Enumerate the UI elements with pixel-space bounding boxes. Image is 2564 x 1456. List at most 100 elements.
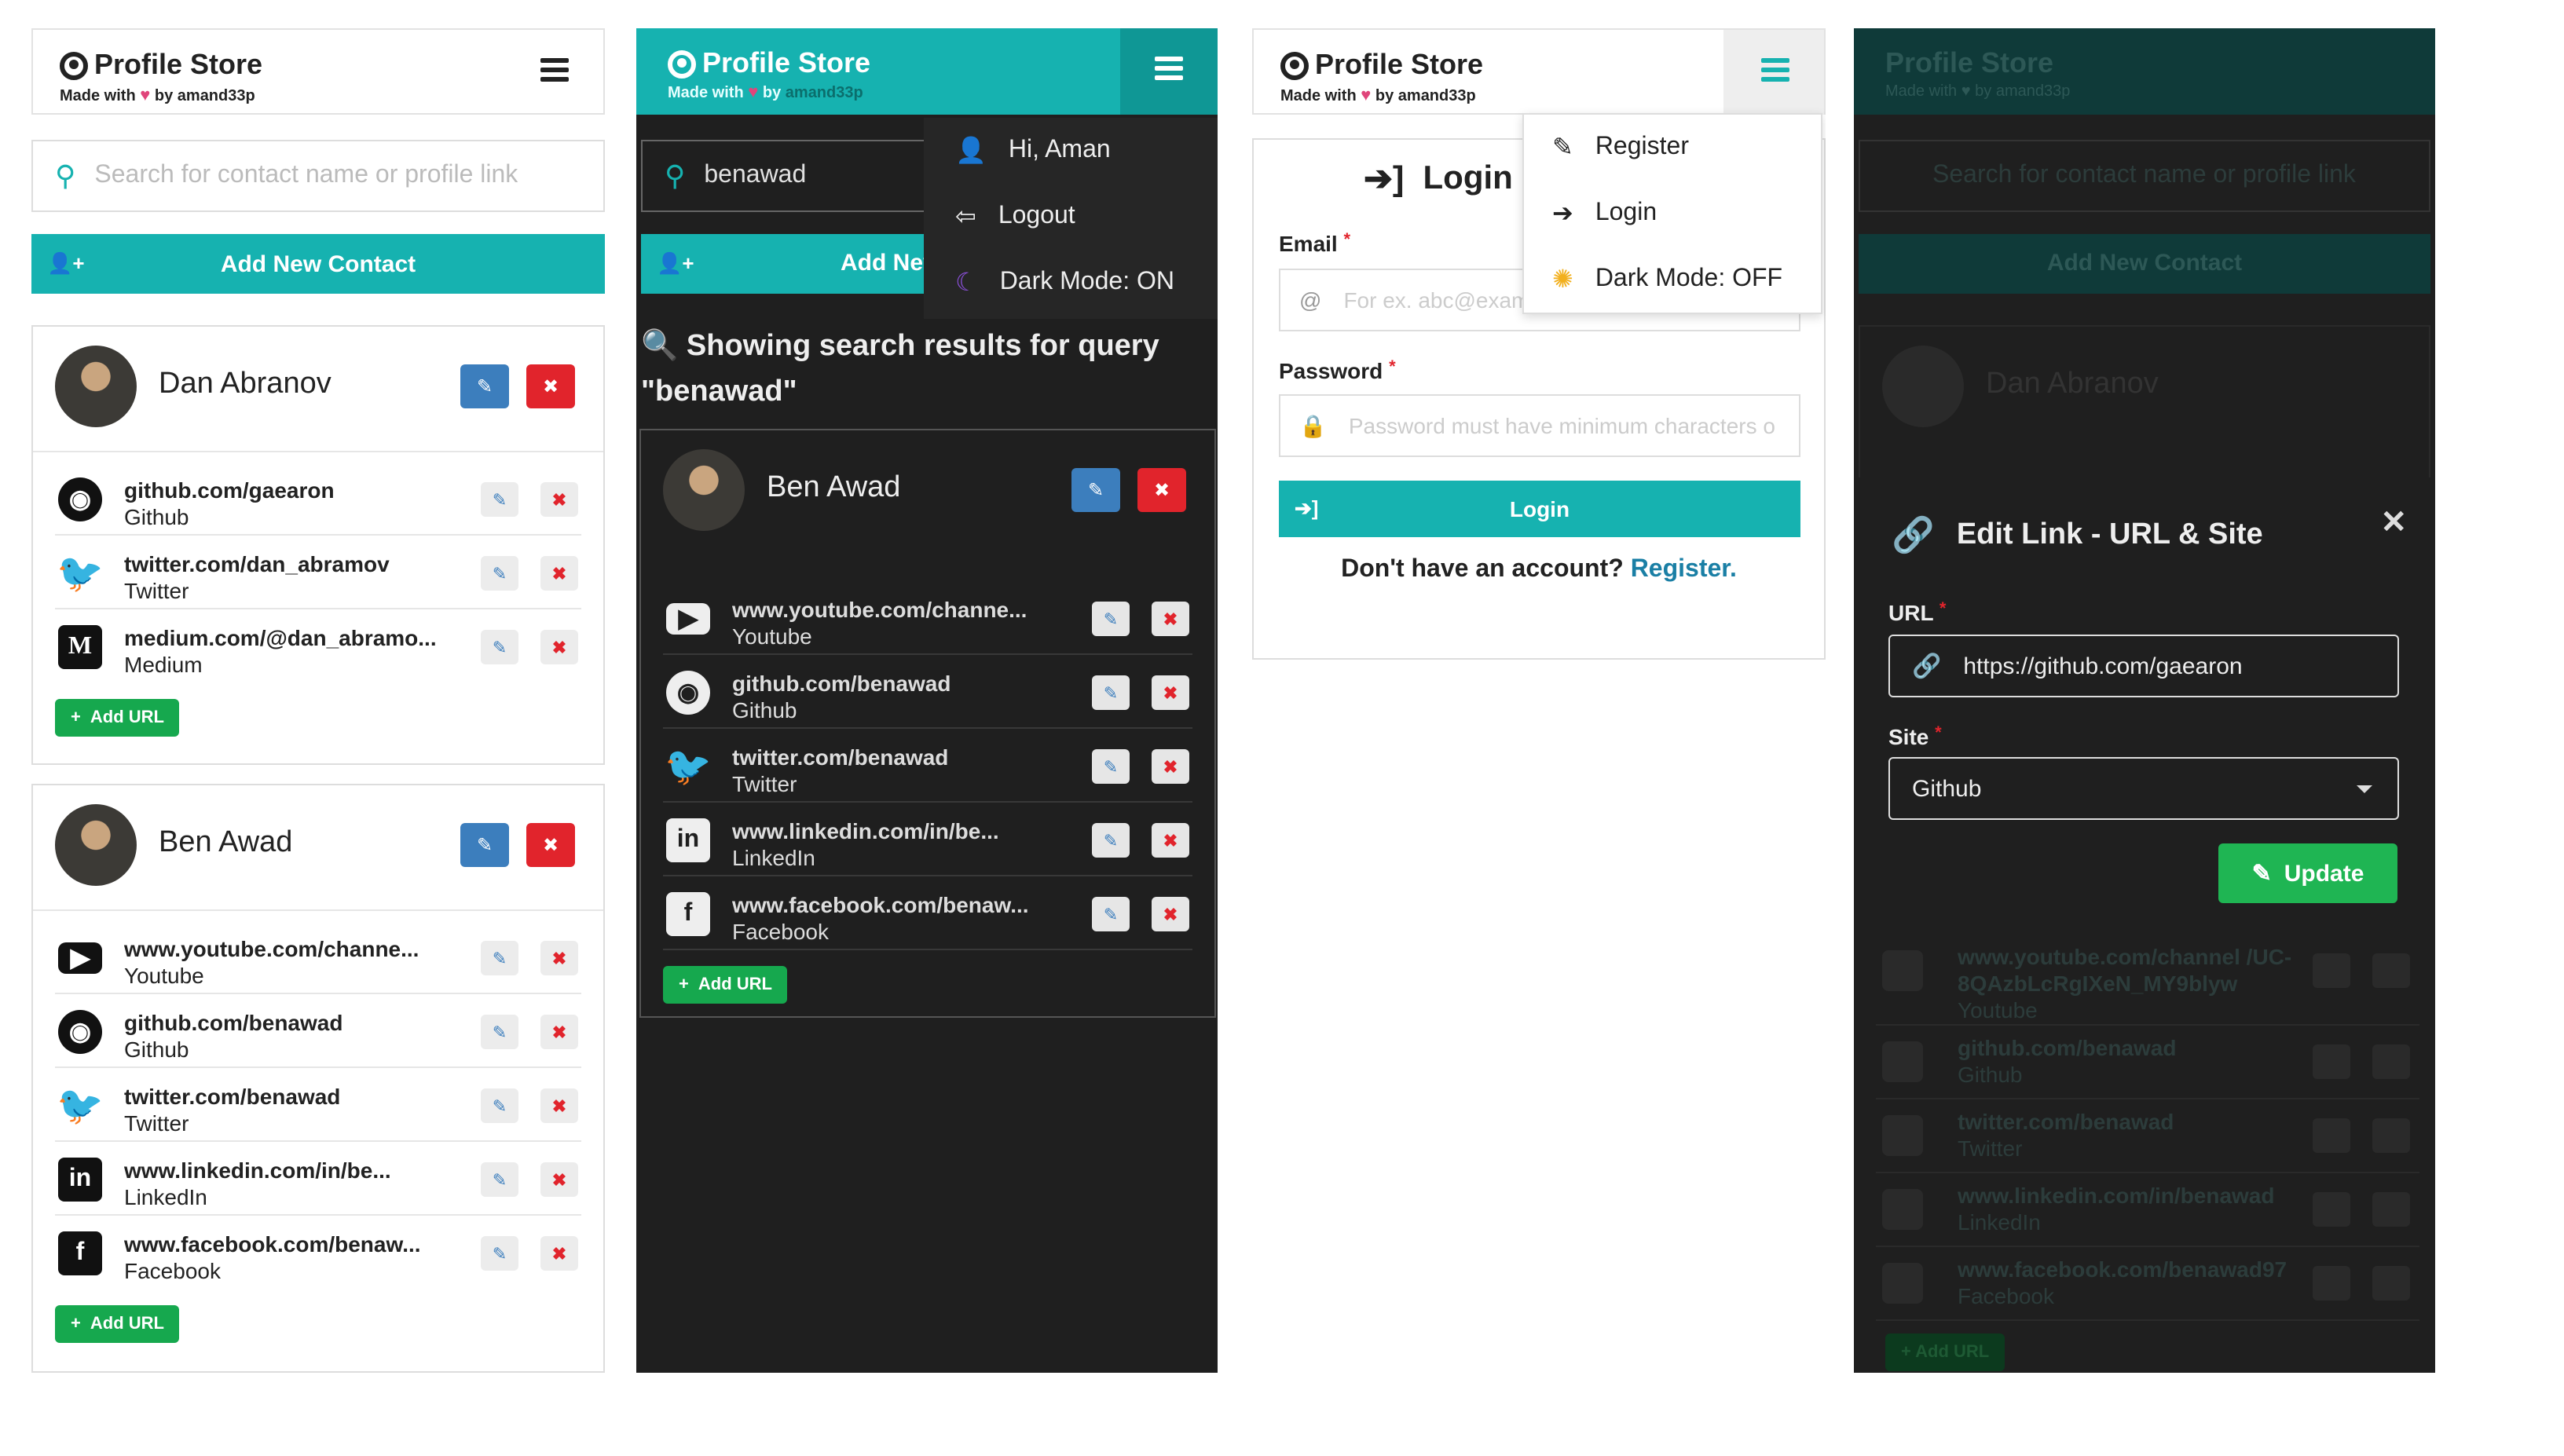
delete-link-button[interactable]: ✖: [540, 941, 578, 975]
edit-link-button[interactable]: ✎: [481, 1236, 518, 1271]
menu-item-logout[interactable]: ⇦ Logout: [924, 184, 1218, 250]
delete-link-button[interactable]: ✖: [1152, 675, 1189, 710]
edit-link-button[interactable]: ✎: [481, 556, 518, 591]
author-link[interactable]: amand33p: [1398, 88, 1476, 105]
menu-toggle-button[interactable]: [1120, 28, 1218, 115]
link-site: Twitter: [732, 771, 797, 796]
delete-link-button[interactable]: ✖: [1152, 749, 1189, 784]
medium-icon: M: [58, 625, 102, 669]
menu-toggle-button[interactable]: [1723, 30, 1824, 115]
delete-link-button[interactable]: ✖: [1152, 897, 1189, 931]
login-panel: Profile Store Made with ♥ by amand33p ➔]…: [1252, 28, 1826, 688]
menu-item-dark-mode[interactable]: ✺ Dark Mode: OFF: [1524, 247, 1821, 313]
app-header: Profile Store Made with ♥ by amand33p: [636, 28, 1218, 115]
add-url-button[interactable]: + Add URL: [55, 1305, 180, 1343]
author-link[interactable]: amand33p: [786, 85, 863, 102]
delete-link-button[interactable]: ✖: [1152, 823, 1189, 858]
delete-contact-button[interactable]: ✖: [526, 823, 575, 867]
update-button[interactable]: ✎ Update: [2218, 843, 2397, 903]
edit-link-button[interactable]: ✎: [481, 941, 518, 975]
edit-contact-button[interactable]: ✎: [460, 823, 509, 867]
github-icon: ◉: [58, 1010, 102, 1054]
menu-item-register[interactable]: ✎ Register: [1524, 115, 1821, 181]
search-results-heading: 🔍 Showing search results for query "bena…: [641, 330, 1159, 408]
link-url[interactable]: github.com/benawad: [124, 1010, 342, 1035]
app-title[interactable]: Profile Store: [668, 47, 870, 80]
site-select[interactable]: Github: [1888, 757, 2399, 820]
search-input[interactable]: ⚲ Search for contact name or profile lin…: [31, 140, 605, 212]
link-url[interactable]: medium.com/@dan_abramo...: [124, 625, 437, 650]
edit-contact-button[interactable]: ✎: [1071, 468, 1120, 512]
link-site: Github: [124, 1037, 189, 1062]
edit-link-button[interactable]: ✎: [1092, 897, 1130, 931]
app-header: Profile Store Made with ♥ by amand33p: [31, 28, 605, 115]
edit-contact-button[interactable]: ✎: [460, 364, 509, 408]
register-link[interactable]: Register.: [1631, 556, 1737, 583]
app-title: Profile Store: [1885, 47, 2054, 79]
facebook-icon: f: [666, 892, 710, 936]
link-url[interactable]: www.youtube.com/channe...: [124, 936, 419, 961]
link-url[interactable]: www.linkedin.com/in/be...: [124, 1158, 391, 1183]
link-url[interactable]: github.com/benawad: [732, 671, 951, 696]
link-url[interactable]: twitter.com/benawad: [124, 1084, 340, 1109]
edit-link-button[interactable]: ✎: [481, 482, 518, 517]
add-new-contact-button[interactable]: 👤+ Add New Contact: [31, 234, 605, 294]
heart-icon: ♥: [748, 83, 759, 102]
link-url[interactable]: github.com/gaearon: [124, 477, 335, 503]
menu-item-greeting[interactable]: 👤 Hi, Aman: [924, 118, 1218, 184]
app-title[interactable]: Profile Store: [1280, 49, 1483, 82]
menu-item-login[interactable]: ➔ Login: [1524, 181, 1821, 247]
delete-link-button[interactable]: ✖: [540, 1015, 578, 1049]
link-url[interactable]: www.facebook.com/benaw...: [732, 892, 1029, 917]
edit-link-button[interactable]: ✎: [481, 1015, 518, 1049]
link-site: Youtube: [732, 624, 812, 649]
delete-contact-button[interactable]: ✖: [526, 364, 575, 408]
link-url[interactable]: twitter.com/dan_abramov: [124, 551, 390, 576]
delete-link-button[interactable]: ✖: [540, 482, 578, 517]
menu-burger-icon[interactable]: [540, 58, 569, 83]
delete-link-button[interactable]: ✖: [1152, 602, 1189, 636]
email-label: Email *: [1279, 231, 1351, 256]
add-url-button[interactable]: + Add URL: [663, 966, 788, 1004]
delete-link-button[interactable]: ✖: [540, 1088, 578, 1123]
password-field[interactable]: 🔒 Password must have minimum characters o: [1279, 394, 1800, 457]
delete-link-button[interactable]: ✖: [540, 630, 578, 664]
edit-link-button[interactable]: ✎: [1092, 823, 1130, 858]
github-icon: [1882, 1041, 1923, 1082]
edit-link-button[interactable]: ✎: [1092, 749, 1130, 784]
link-url[interactable]: www.youtube.com/channe...: [732, 597, 1027, 622]
link-site: Medium: [124, 652, 203, 677]
login-button[interactable]: ➔] Login: [1279, 481, 1800, 537]
url-field[interactable]: 🔗 https://github.com/gaearon: [1888, 635, 2399, 697]
sign-in-icon: ➔]: [1295, 496, 1319, 520]
search-input[interactable]: ⚲ benawad: [641, 140, 955, 212]
link-url[interactable]: www.facebook.com/benaw...: [124, 1231, 421, 1257]
remove-user-icon: ✖: [1153, 479, 1170, 501]
delete-link-button[interactable]: ✖: [540, 1162, 578, 1197]
edit-link-button[interactable]: ✎: [481, 1162, 518, 1197]
user-circle-icon: [60, 51, 88, 79]
edit-link-button[interactable]: ✎: [1092, 675, 1130, 710]
edit-link-panel: Profile Store Made with ♥ by amand33p Se…: [1854, 28, 2435, 1373]
delete-contact-button[interactable]: ✖: [1137, 468, 1186, 512]
link-url[interactable]: twitter.com/benawad: [732, 744, 948, 770]
link-url[interactable]: www.linkedin.com/in/be...: [732, 818, 999, 843]
search-input: Search for contact name or profile link: [1859, 140, 2430, 212]
edit-link-button[interactable]: ✎: [481, 630, 518, 664]
twitter-icon: [1882, 1115, 1923, 1156]
link-row: in www.linkedin.com/in/be... LinkedIn ✎ …: [663, 803, 1192, 876]
app-title[interactable]: Profile Store: [60, 49, 262, 82]
lock-icon: 🔒: [1299, 412, 1327, 437]
author-link[interactable]: amand33p: [178, 88, 255, 105]
edit-link-button[interactable]: ✎: [481, 1088, 518, 1123]
delete-link-button[interactable]: ✖: [540, 556, 578, 591]
avatar: [55, 804, 137, 886]
contact-name: Dan Abranov: [1986, 368, 2159, 401]
add-url-button[interactable]: + Add URL: [55, 699, 180, 737]
delete-link-button[interactable]: ✖: [540, 1236, 578, 1271]
close-icon[interactable]: ✕: [2380, 503, 2407, 542]
edit-link-button[interactable]: ✎: [1092, 602, 1130, 636]
background-link-row: www.youtube.com/channel /UC-8QAzbLcRgIXe…: [1876, 935, 2419, 1026]
plus-icon: +: [71, 708, 81, 727]
menu-item-dark-mode[interactable]: ☾ Dark Mode: ON: [924, 250, 1218, 316]
